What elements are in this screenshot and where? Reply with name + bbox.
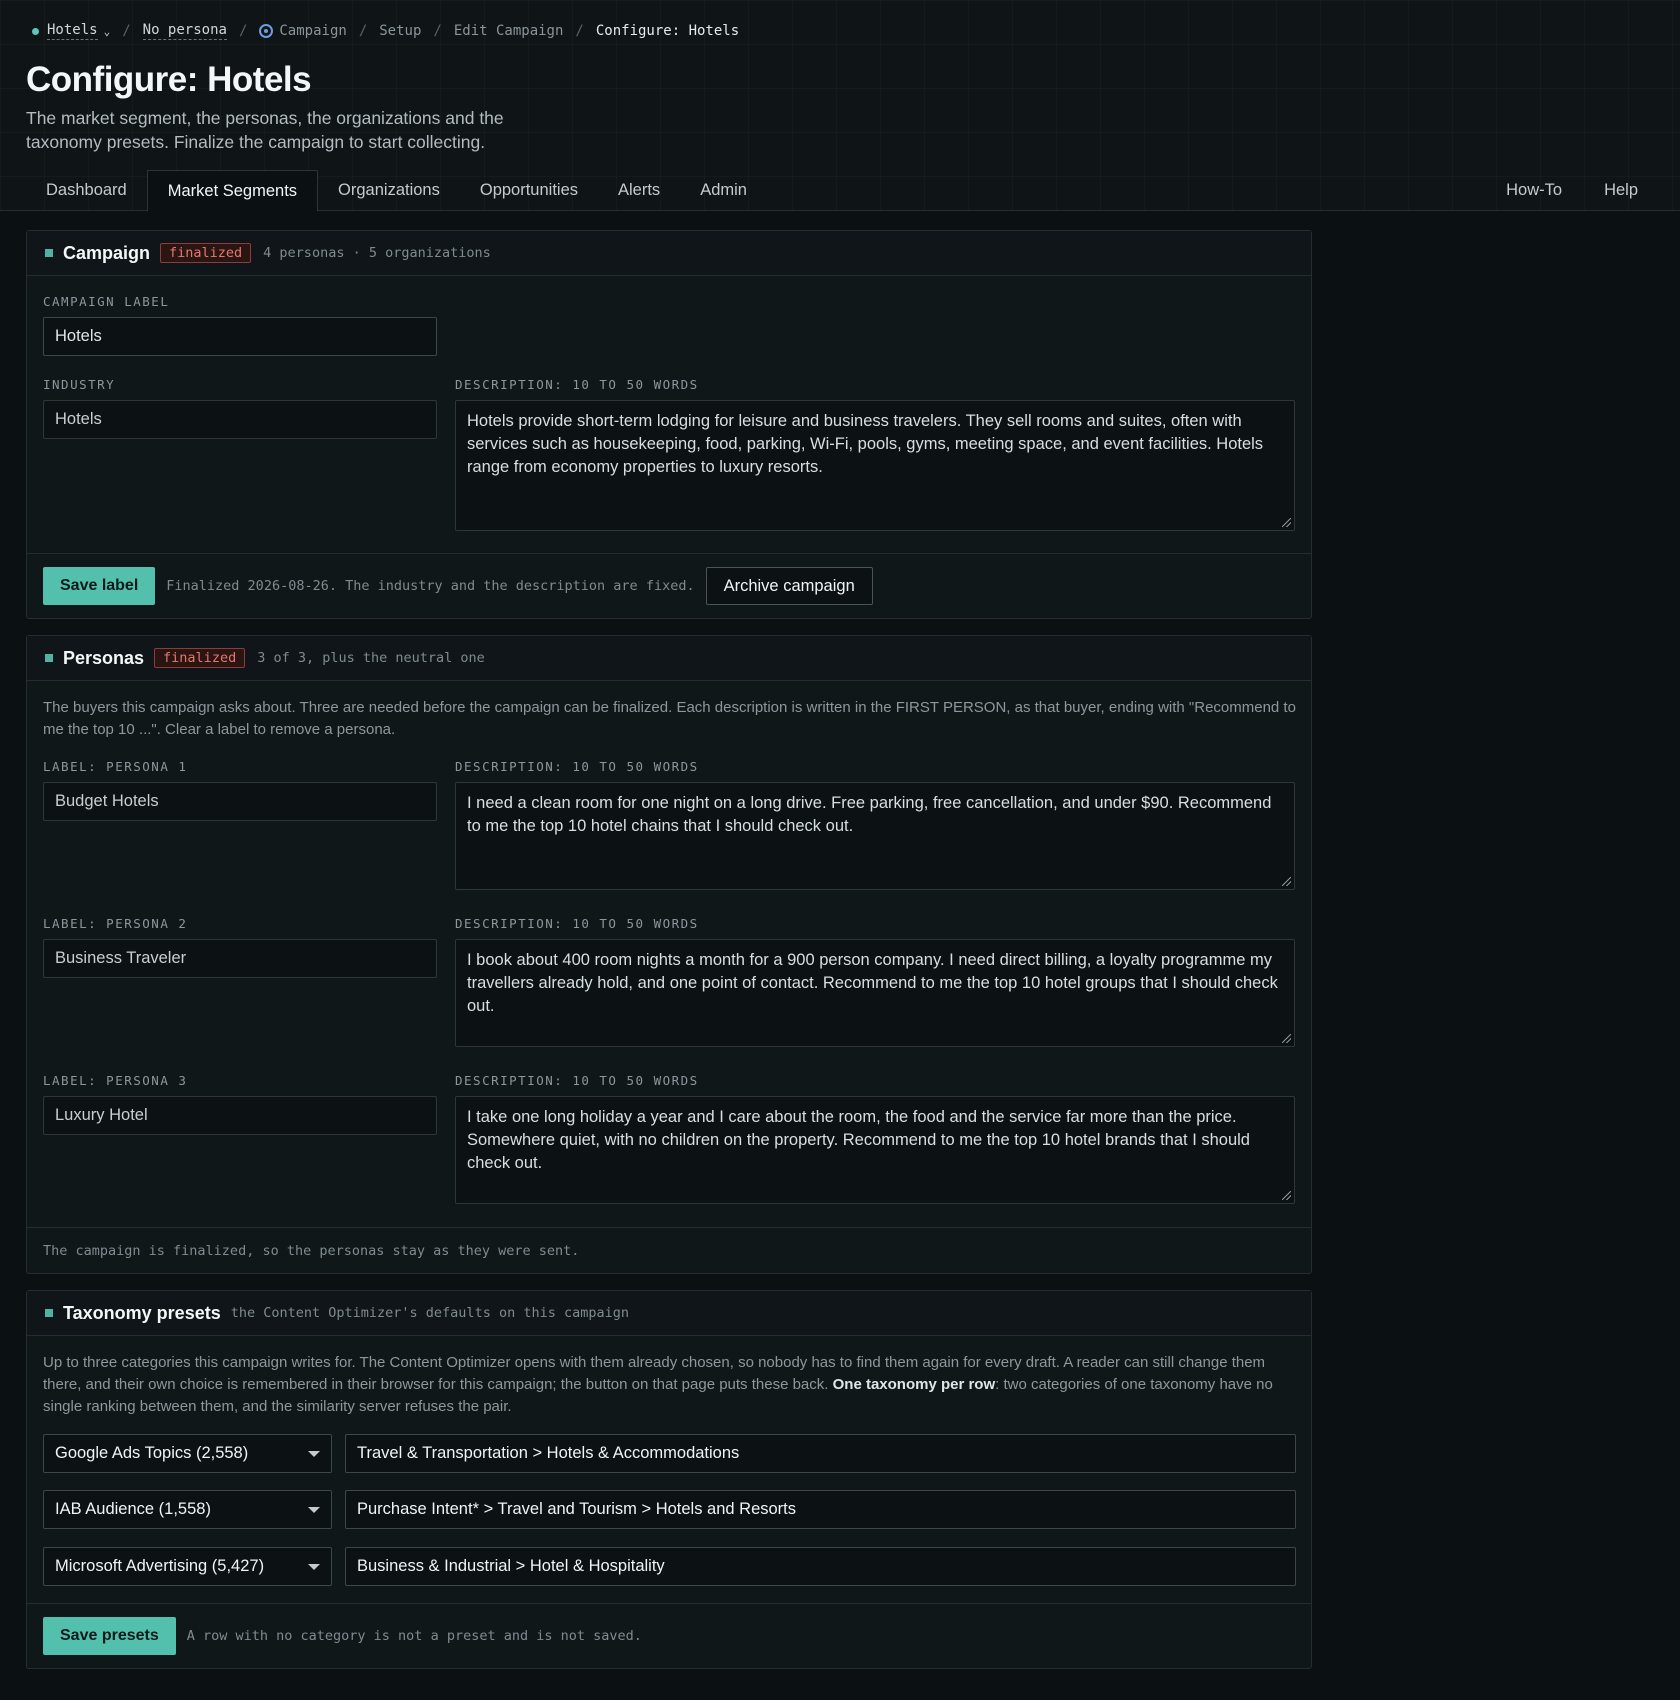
campaign-label-input[interactable]: Hotels (43, 317, 437, 356)
breadcrumb-separator: / (358, 23, 368, 39)
persona-description-caption: DESCRIPTION: 10 TO 50 WORDS (455, 916, 699, 931)
persona-label-field: Luxury Hotel (43, 1096, 437, 1135)
target-icon (259, 24, 274, 38)
campaign-meta: 4 personas · 5 organizations (263, 245, 491, 261)
campaign-selector[interactable]: Hotels (47, 22, 98, 40)
save-label-button[interactable]: Save label (43, 567, 156, 605)
breadcrumb-edit-campaign[interactable]: Edit Campaign (454, 23, 564, 39)
personas-footer-note: The campaign is finalized, so the person… (43, 1242, 580, 1259)
industry-caption: INDUSTRY (43, 377, 116, 392)
persona-label-caption: LABEL: PERSONA 2 (43, 916, 188, 931)
category-input[interactable]: Purchase Intent* > Travel and Tourism > … (345, 1490, 1296, 1529)
tab-admin[interactable]: Admin (680, 170, 767, 211)
taxonomy-select-value: Google Ads Topics (2,558) (55, 1444, 249, 1462)
breadcrumb-current: Configure: Hotels (595, 23, 740, 39)
breadcrumb-separator: / (122, 23, 131, 39)
tab-organizations[interactable]: Organizations (318, 170, 460, 211)
resize-handle-icon (1282, 518, 1291, 527)
page-title: Configure: Hotels (26, 60, 312, 99)
persona-label-caption: LABEL: PERSONA 1 (43, 759, 188, 774)
campaign-panel: Campaign finalized 4 personas · 5 organi… (26, 230, 1312, 619)
status-badge: finalized (160, 243, 252, 263)
persona-description-field: I need a clean room for one night on a l… (455, 782, 1295, 890)
persona-label-caption: LABEL: PERSONA 3 (43, 1073, 188, 1088)
tab-help[interactable]: Help (1584, 170, 1658, 211)
tab-alerts[interactable]: Alerts (598, 170, 680, 211)
status-badge: finalized (154, 648, 246, 668)
breadcrumb-setup[interactable]: Setup (379, 23, 421, 39)
personas-panel: Personas finalized 3 of 3, plus the neut… (26, 635, 1312, 1274)
personas-meta: 3 of 3, plus the neutral one (257, 650, 485, 666)
taxonomy-select[interactable]: Microsoft Advertising (5,427) (43, 1547, 332, 1586)
caret-down-icon (308, 1563, 320, 1570)
taxonomy-footer-note: A row with no category is not a preset a… (186, 1628, 642, 1644)
taxonomy-help-text: Up to three categories this campaign wri… (43, 1352, 1299, 1418)
taxonomy-panel: Taxonomy presets the Content Optimizer's… (26, 1290, 1312, 1669)
persona-description-field: I take one long holiday a year and I car… (455, 1096, 1295, 1204)
tab-how-to[interactable]: How-To (1486, 170, 1582, 211)
campaign-label-caption: CAMPAIGN LABEL (43, 294, 170, 309)
category-input[interactable]: Business & Industrial > Hotel & Hospital… (345, 1547, 1296, 1586)
description-caption: DESCRIPTION: 10 TO 50 WORDS (455, 377, 699, 392)
tab-dashboard[interactable]: Dashboard (26, 170, 147, 211)
tab-market-segments[interactable]: Market Segments (146, 170, 319, 212)
status-dot-icon (32, 27, 39, 35)
section-marker-icon (45, 654, 53, 662)
personas-panel-footer: The campaign is finalized, so the person… (27, 1227, 1311, 1273)
finalized-note: Finalized 2026-08-26. The industry and t… (166, 578, 695, 594)
persona-label-field: Business Traveler (43, 939, 437, 978)
taxonomy-panel-header: Taxonomy presets the Content Optimizer's… (27, 1291, 1311, 1336)
save-presets-button[interactable]: Save presets (43, 1617, 176, 1655)
taxonomy-select[interactable]: IAB Audience (1,558) (43, 1490, 332, 1529)
taxonomy-select-value: Microsoft Advertising (5,427) (55, 1557, 265, 1575)
campaign-panel-title: Campaign (63, 242, 151, 263)
taxonomy-select[interactable]: Google Ads Topics (2,558) (43, 1434, 332, 1473)
campaign-panel-footer: Save label Finalized 2026-08-26. The ind… (27, 553, 1311, 618)
breadcrumb-campaign[interactable]: Campaign (279, 23, 346, 39)
persona-description-text: I book about 400 room nights a month for… (467, 951, 1278, 1015)
resize-handle-icon (1282, 1034, 1291, 1043)
section-marker-icon (45, 249, 53, 257)
personas-help-text: The buyers this campaign asks about. Thr… (43, 699, 1296, 738)
archive-campaign-button[interactable]: Archive campaign (705, 567, 873, 605)
caret-down-icon (308, 1450, 320, 1457)
persona-description-caption: DESCRIPTION: 10 TO 50 WORDS (455, 1073, 699, 1088)
campaign-panel-header: Campaign finalized 4 personas · 5 organi… (27, 231, 1311, 276)
tab-bar: Dashboard Market Segments Organizations … (26, 170, 1680, 212)
resize-handle-icon (1282, 1191, 1291, 1200)
taxonomy-panel-title: Taxonomy presets (63, 1302, 221, 1323)
persona-label-field: Budget Hotels (43, 782, 437, 821)
section-marker-icon (45, 1309, 53, 1317)
industry-field: Hotels (43, 400, 437, 439)
breadcrumb: Hotels ⌄ / No persona / Campaign / Setup… (32, 22, 739, 40)
personas-panel-header: Personas finalized 3 of 3, plus the neut… (27, 636, 1311, 681)
personas-panel-title: Personas (63, 647, 145, 668)
chevron-down-icon[interactable]: ⌄ (104, 25, 111, 38)
persona-description-field: I book about 400 room nights a month for… (455, 939, 1295, 1047)
persona-selector[interactable]: No persona (142, 22, 227, 40)
campaign-description-field: Hotels provide short-term lodging for le… (455, 400, 1295, 531)
resize-handle-icon (1282, 877, 1291, 886)
page-subtitle: The market segment, the personas, the or… (26, 108, 504, 152)
campaign-description-text: Hotels provide short-term lodging for le… (467, 412, 1264, 476)
caret-down-icon (308, 1506, 320, 1513)
tab-opportunities[interactable]: Opportunities (460, 170, 598, 211)
taxonomy-panel-footer: Save presets A row with no category is n… (27, 1603, 1311, 1668)
taxonomy-meta: the Content Optimizer's defaults on this… (230, 1305, 629, 1321)
page-header: Hotels ⌄ / No persona / Campaign / Setup… (0, 0, 1680, 212)
persona-description-text: I need a clean room for one night on a l… (467, 794, 1272, 835)
breadcrumb-separator: / (433, 23, 442, 39)
taxonomy-select-value: IAB Audience (1,558) (55, 1500, 211, 1518)
persona-description-caption: DESCRIPTION: 10 TO 50 WORDS (455, 759, 699, 774)
breadcrumb-separator: / (575, 23, 584, 39)
breadcrumb-separator: / (238, 23, 248, 39)
persona-description-text: I take one long holiday a year and I car… (467, 1108, 1250, 1172)
taxonomy-help-bold: One taxonomy per row (832, 1376, 996, 1393)
category-input[interactable]: Travel & Transportation > Hotels & Accom… (345, 1434, 1296, 1473)
